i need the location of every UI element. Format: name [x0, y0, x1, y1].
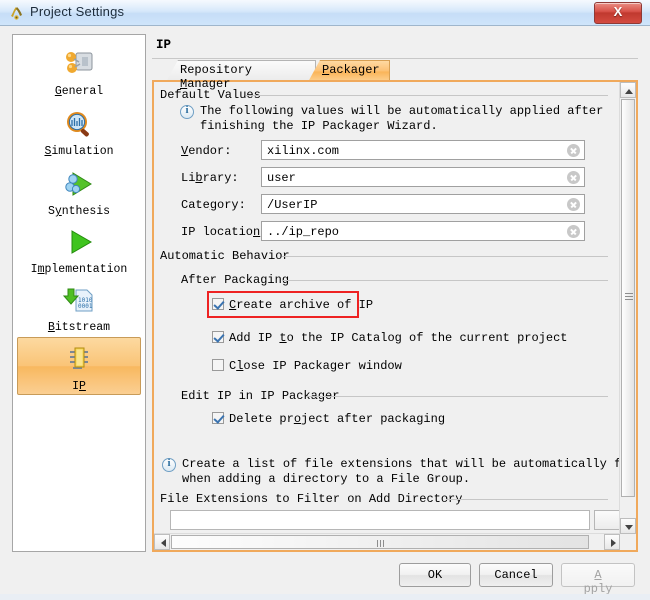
- ip-chip-icon: [70, 347, 88, 369]
- group-title-file-extensions: File Extensions to Filter on Add Directo…: [160, 492, 463, 506]
- synthesis-play-icon: [65, 172, 92, 196]
- sidebar-item-simulation[interactable]: Simulation: [17, 103, 141, 163]
- group-divider: [446, 499, 608, 500]
- packager-settings-scroll-area: Default Values The following values will…: [154, 82, 620, 534]
- apply-button-label: Apply: [583, 568, 613, 596]
- horizontal-scroll-thumb[interactable]: [171, 535, 589, 549]
- clear-circle-icon[interactable]: [567, 225, 580, 238]
- checkbox-label: Create archive of IP: [229, 298, 374, 312]
- window-title: Project Settings: [30, 4, 125, 19]
- sidebar-item-label: General: [54, 85, 104, 98]
- vivado-logo-icon: [11, 7, 22, 20]
- info-icon: [162, 457, 176, 472]
- group-divider: [246, 95, 608, 96]
- category-value: /UserIP: [267, 198, 318, 212]
- tab-label: Packager: [322, 63, 380, 77]
- sidebar-item-general[interactable]: General: [17, 43, 141, 103]
- library-label: Library:: [181, 171, 239, 185]
- scroll-up-arrow-icon[interactable]: [620, 82, 636, 98]
- sidebar-item-label: Bitstream: [47, 321, 111, 334]
- implementation-play-icon: [71, 230, 92, 254]
- simulation-magnifier-icon: [67, 112, 89, 137]
- clear-circle-icon[interactable]: [567, 171, 580, 184]
- sidebar-item-bitstream[interactable]: 1010 0001 Bitstream: [17, 279, 141, 337]
- page-title: IP: [156, 38, 172, 52]
- checkbox-label: Close IP Packager window: [229, 359, 402, 373]
- packager-settings-panel: Default Values The following values will…: [152, 80, 638, 552]
- clear-circle-icon[interactable]: [567, 144, 580, 157]
- sidebar-item-ip[interactable]: IP: [17, 337, 141, 395]
- tab-packager[interactable]: Packager: [308, 60, 390, 82]
- checkbox-create-archive-of-ip[interactable]: Create archive of IP: [212, 298, 373, 312]
- scroll-right-arrow-icon[interactable]: [604, 534, 620, 550]
- vendor-value: xilinx.com: [267, 144, 340, 158]
- checkbox-indicator[interactable]: [212, 298, 224, 310]
- dialog-bottom-edge: [0, 594, 650, 600]
- settings-category-list[interactable]: General Simulation Synthesis Implementat…: [12, 34, 146, 552]
- checkbox-delete-project-after-packaging[interactable]: Delete project after packaging: [212, 412, 445, 426]
- general-gear-icon: [66, 52, 93, 73]
- settings-detail-pane: IP Repository Manager Packager Default V…: [152, 34, 638, 552]
- project-settings-dialog: Project Settings X General Simulation Sy…: [0, 0, 650, 600]
- cancel-button-label: Cancel: [494, 568, 538, 582]
- ok-button[interactable]: OK: [399, 563, 471, 587]
- file-extensions-info-line-2: when adding a directory to a File Group.: [182, 472, 471, 486]
- ok-button-label: OK: [427, 568, 443, 582]
- vendor-label: Vendor:: [181, 144, 232, 158]
- category-input[interactable]: /UserIP: [261, 194, 585, 214]
- checkbox-label: Delete project after packaging: [229, 412, 446, 426]
- sidebar-item-label: Synthesis: [47, 205, 111, 218]
- subgroup-title-after-packaging: After Packaging: [181, 273, 290, 287]
- svg-text:0001: 0001: [78, 303, 93, 310]
- category-label: Category:: [181, 198, 246, 212]
- default-values-info-line-1: The following values will be automatical…: [200, 104, 604, 118]
- sidebar-item-label: Implementation: [30, 263, 128, 276]
- apply-button[interactable]: Apply: [561, 563, 635, 596]
- library-value: user: [267, 171, 296, 185]
- bitstream-download-icon: 1010 0001: [62, 288, 93, 312]
- subgroup-divider: [306, 396, 608, 397]
- file-extensions-add-button[interactable]: [594, 510, 620, 530]
- close-icon: X: [613, 4, 623, 19]
- vendor-input[interactable]: xilinx.com: [261, 140, 585, 160]
- tab-repository-manager[interactable]: Repository Manager: [166, 60, 316, 91]
- group-divider: [282, 256, 608, 257]
- scroll-grip-icon: [377, 540, 384, 547]
- checkbox-indicator[interactable]: [212, 331, 224, 343]
- ip-location-value: ../ip_repo: [267, 225, 340, 239]
- checkbox-indicator[interactable]: [212, 412, 224, 424]
- checkbox-indicator[interactable]: [212, 359, 224, 371]
- library-input[interactable]: user: [261, 167, 585, 187]
- scroll-left-arrow-icon[interactable]: [154, 534, 170, 550]
- dialog-body: General Simulation Synthesis Implementat…: [0, 26, 650, 600]
- sidebar-item-label: IP: [72, 380, 86, 393]
- vertical-scroll-thumb[interactable]: [621, 99, 635, 497]
- tab-label: Repository Manager: [180, 63, 253, 91]
- clear-circle-icon[interactable]: [567, 198, 580, 211]
- checkbox-add-ip-to-catalog[interactable]: Add IP to the IP Catalog of the current …: [212, 331, 567, 345]
- checkbox-label: Add IP to the IP Catalog of the current …: [229, 331, 568, 345]
- cancel-button[interactable]: Cancel: [479, 563, 553, 587]
- info-icon: [180, 104, 194, 119]
- close-button[interactable]: X: [594, 2, 642, 24]
- file-extensions-list[interactable]: [170, 510, 590, 530]
- page-title-divider: [152, 58, 638, 59]
- title-bar: Project Settings X: [0, 0, 650, 26]
- ip-location-input[interactable]: ../ip_repo: [261, 221, 585, 241]
- sidebar-item-synthesis[interactable]: Synthesis: [17, 163, 141, 221]
- vertical-scrollbar[interactable]: [619, 82, 636, 534]
- ip-location-label: IP location:: [181, 225, 267, 239]
- horizontal-scrollbar[interactable]: [154, 533, 620, 550]
- checkbox-close-ip-packager-window[interactable]: Close IP Packager window: [212, 359, 402, 373]
- scroll-grip-icon: [625, 293, 633, 300]
- default-values-info-line-2: finishing the IP Packager Wizard.: [200, 119, 438, 133]
- tab-bar: Repository Manager Packager: [152, 60, 638, 91]
- file-extensions-info-line-1: Create a list of file extensions that wi…: [182, 457, 620, 471]
- sidebar-item-label: Simulation: [44, 145, 114, 158]
- group-title-automatic-behavior: Automatic Behavior: [160, 249, 290, 263]
- sidebar-item-implementation[interactable]: Implementation: [17, 221, 141, 279]
- subgroup-divider: [282, 280, 608, 281]
- scroll-down-arrow-icon[interactable]: [620, 518, 636, 534]
